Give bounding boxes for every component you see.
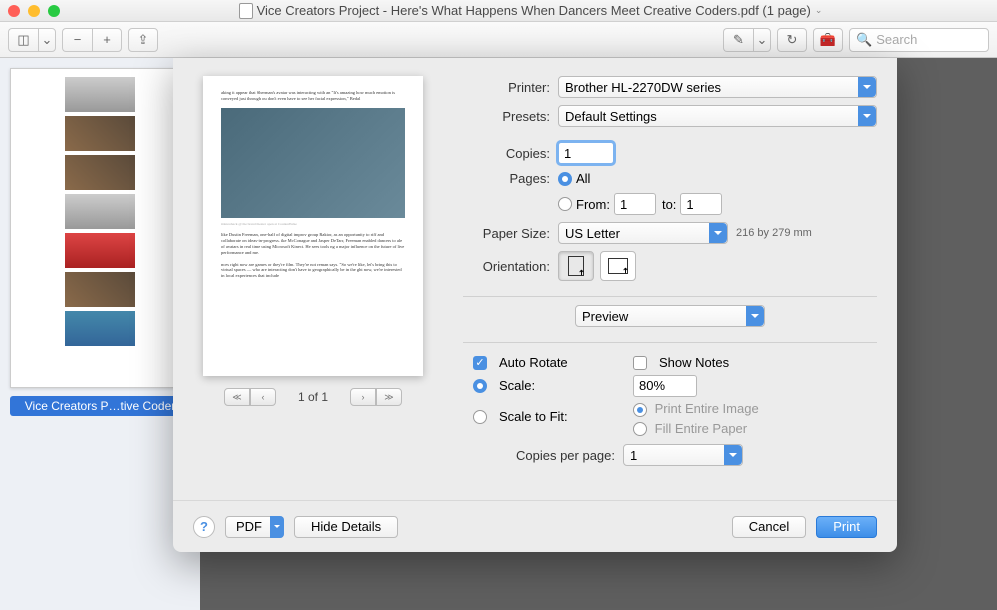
markup-button[interactable]: 🧰 — [813, 28, 843, 52]
scale-label: Scale: — [499, 378, 535, 393]
orientation-landscape-button[interactable] — [600, 251, 636, 281]
pages-all-radio[interactable] — [558, 172, 572, 186]
chevron-down-icon[interactable]: ⌄ — [815, 5, 823, 16]
thumbnail-label: Vice Creators P…tive Coder — [10, 396, 190, 416]
print-preview: aking it appear that Sherman's avatar wa… — [203, 76, 423, 376]
minimize-window-button[interactable] — [28, 5, 40, 17]
printer-label: Printer: — [463, 80, 558, 95]
pages-all-label: All — [576, 171, 590, 186]
dropdown-arrow-icon — [858, 77, 876, 97]
auto-rotate-label: Auto Rotate — [499, 355, 568, 370]
page-indicator: 1 of 1 — [298, 390, 328, 404]
orientation-label: Orientation: — [463, 259, 558, 274]
next-page-button[interactable]: › — [350, 388, 376, 406]
traffic-lights — [8, 5, 60, 17]
search-placeholder: Search — [876, 32, 917, 47]
show-notes-label: Show Notes — [659, 355, 729, 370]
fill-entire-paper-label: Fill Entire Paper — [655, 421, 747, 436]
document-icon — [239, 3, 253, 19]
dropdown-arrow-icon — [724, 445, 742, 465]
thumbnail-sidebar: Vice Creators P…tive Coder — [0, 58, 200, 610]
toolbar: ◫ ⌄ − + ⇪ ✎ ⌄ ↻ 🧰 🔍 Search — [0, 22, 997, 58]
search-icon: 🔍 — [856, 32, 872, 48]
orientation-portrait-button[interactable] — [558, 251, 594, 281]
auto-rotate-checkbox[interactable] — [473, 356, 487, 370]
papersize-select[interactable]: US Letter — [558, 222, 728, 244]
annotate-menu-button[interactable]: ⌄ — [753, 28, 771, 52]
page-thumbnail[interactable] — [10, 68, 190, 388]
print-button[interactable]: Print — [816, 516, 877, 538]
fill-entire-paper-radio — [633, 422, 647, 436]
scale-to-fit-label: Scale to Fit: — [499, 409, 568, 424]
help-button[interactable]: ? — [193, 516, 215, 538]
show-notes-checkbox[interactable] — [633, 356, 647, 370]
dropdown-arrow-icon — [270, 516, 284, 538]
sidebar-menu-button[interactable]: ⌄ — [38, 28, 56, 52]
papersize-note: 216 by 279 mm — [736, 227, 812, 239]
dropdown-arrow-icon — [746, 306, 764, 326]
prev-page-button[interactable]: ‹ — [250, 388, 276, 406]
cancel-button[interactable]: Cancel — [732, 516, 806, 538]
dropdown-arrow-icon — [858, 106, 876, 126]
first-page-button[interactable]: ≪ — [224, 388, 250, 406]
print-dialog: aking it appear that Sherman's avatar wa… — [173, 58, 897, 552]
printer-select[interactable]: Brother HL-2270DW series — [558, 76, 877, 98]
last-page-button[interactable]: ≫ — [376, 388, 402, 406]
copies-label: Copies: — [463, 146, 558, 161]
zoom-window-button[interactable] — [48, 5, 60, 17]
pages-label: Pages: — [463, 171, 558, 186]
pages-from-input[interactable] — [614, 193, 656, 215]
scale-to-fit-radio[interactable] — [473, 410, 487, 424]
pages-from-label: From: — [576, 197, 610, 212]
search-input[interactable]: 🔍 Search — [849, 28, 989, 52]
share-button[interactable]: ⇪ — [128, 28, 158, 52]
annotate-button[interactable]: ✎ — [723, 28, 753, 52]
print-entire-image-label: Print Entire Image — [655, 401, 759, 416]
pages-to-input[interactable] — [680, 193, 722, 215]
print-entire-image-radio — [633, 403, 647, 417]
window-title-text: Vice Creators Project - Here's What Happ… — [257, 3, 811, 18]
sidebar-toggle-button[interactable]: ◫ — [8, 28, 38, 52]
presets-select[interactable]: Default Settings — [558, 105, 877, 127]
rotate-button[interactable]: ↻ — [777, 28, 807, 52]
copies-per-page-select[interactable]: 1 — [623, 444, 743, 466]
pages-from-radio[interactable] — [558, 197, 572, 211]
close-window-button[interactable] — [8, 5, 20, 17]
preview-image — [221, 108, 405, 218]
hide-details-button[interactable]: Hide Details — [294, 516, 398, 538]
scale-input[interactable] — [633, 375, 697, 397]
titlebar: Vice Creators Project - Here's What Happ… — [0, 0, 997, 22]
window-title: Vice Creators Project - Here's What Happ… — [72, 3, 989, 19]
presets-label: Presets: — [463, 109, 558, 124]
zoom-out-button[interactable]: − — [62, 28, 92, 52]
dropdown-arrow-icon — [709, 223, 727, 243]
copies-per-page-label: Copies per page: — [463, 448, 623, 463]
pages-to-label: to: — [662, 197, 676, 212]
copies-input[interactable] — [558, 142, 614, 164]
section-select[interactable]: Preview — [575, 305, 765, 327]
papersize-label: Paper Size: — [463, 226, 558, 241]
scale-radio[interactable] — [473, 379, 487, 393]
zoom-in-button[interactable]: + — [92, 28, 122, 52]
pdf-menu-button[interactable]: PDF — [225, 516, 284, 538]
